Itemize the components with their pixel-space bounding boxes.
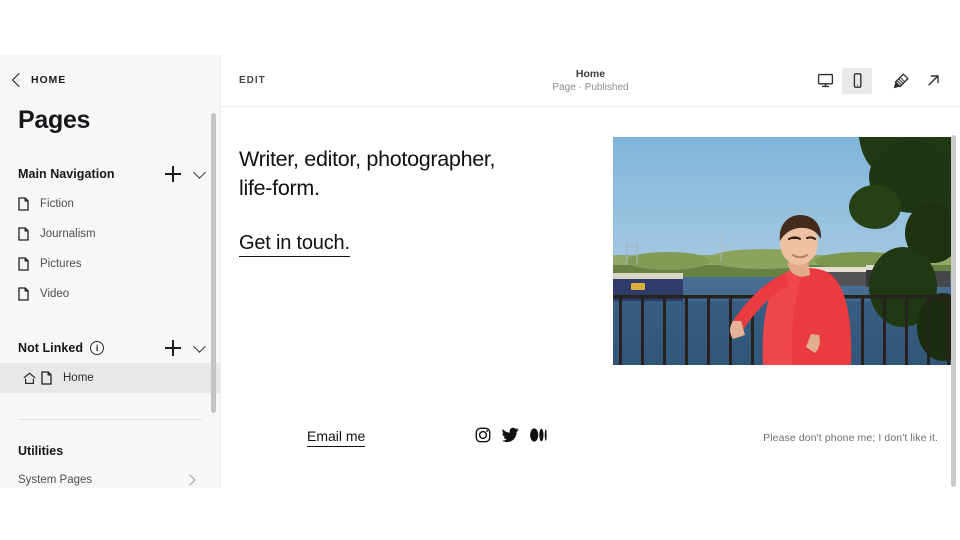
- canvas-scrollbar[interactable]: [951, 135, 956, 487]
- sidebar-item-label: Home: [63, 372, 94, 384]
- style-editor-button[interactable]: [886, 68, 916, 94]
- paintbrush-icon: [892, 72, 910, 90]
- sidebar-item-fiction[interactable]: Fiction: [0, 189, 220, 219]
- medium-icon[interactable]: [530, 427, 547, 448]
- chevron-right-icon: [184, 474, 195, 485]
- open-site-button[interactable]: [918, 68, 948, 94]
- utilities-section-title: Utilities: [0, 420, 220, 458]
- get-in-touch-link[interactable]: Get in touch.: [239, 232, 350, 257]
- twitter-icon[interactable]: [502, 427, 519, 448]
- editor-panel: EDIT Home Page · Published: [220, 55, 960, 488]
- back-to-home-button[interactable]: HOME: [0, 55, 220, 86]
- sidebar-item-label: Fiction: [40, 198, 74, 210]
- add-page-button-main-navigation[interactable]: [165, 166, 181, 182]
- sidebar-item-journalism[interactable]: Journalism: [0, 219, 220, 249]
- sidebar-scrollbar[interactable]: [211, 113, 216, 413]
- site-preview-canvas: Writer, editor, photographer, life-form.…: [221, 107, 960, 488]
- group-title: Not Linked: [18, 341, 83, 355]
- pages-sidebar: HOME Pages Main Navigation Fiction Journ…: [0, 55, 220, 488]
- group-header-main-navigation: Main Navigation: [0, 159, 220, 189]
- email-me-link[interactable]: Email me: [307, 428, 365, 447]
- mobile-icon: [849, 72, 866, 89]
- sidebar-item-label: Video: [40, 288, 69, 300]
- sidebar-item-home[interactable]: Home: [0, 363, 220, 393]
- mobile-view-button[interactable]: [842, 68, 872, 94]
- site-footer-section: Email me Please don't phone me; I don't …: [221, 365, 960, 448]
- info-icon[interactable]: i: [90, 341, 104, 355]
- sidebar-item-label: Journalism: [40, 228, 96, 240]
- social-links: [475, 427, 547, 448]
- page-icon: [18, 257, 29, 271]
- page-icon: [18, 227, 29, 241]
- page-icon: [41, 371, 52, 385]
- desktop-icon: [817, 72, 834, 89]
- group-header-not-linked: Not Linked i: [0, 333, 220, 363]
- page-icon: [18, 287, 29, 301]
- external-link-icon: [925, 72, 942, 89]
- page-icon: [18, 197, 29, 211]
- sidebar-item-label: System Pages: [18, 474, 186, 486]
- toolbar-actions: [810, 68, 960, 94]
- back-button-label: HOME: [31, 74, 66, 86]
- page-title: Pages: [0, 86, 220, 135]
- editor-toolbar: EDIT Home Page · Published: [221, 55, 960, 107]
- group-title: Main Navigation: [18, 167, 115, 181]
- add-page-button-not-linked[interactable]: [165, 340, 181, 356]
- sidebar-item-system-pages[interactable]: System Pages: [0, 466, 220, 488]
- footer-note: Please don't phone me; I don't like it.: [763, 432, 938, 444]
- site-heading: Writer, editor, photographer, life-form.: [239, 145, 529, 203]
- app-window: HOME Pages Main Navigation Fiction Journ…: [0, 55, 960, 488]
- sidebar-item-label: Pictures: [40, 258, 82, 270]
- instagram-icon[interactable]: [475, 427, 491, 448]
- chevron-down-icon-main-navigation[interactable]: [193, 166, 206, 179]
- chevron-down-icon-not-linked[interactable]: [193, 340, 206, 353]
- desktop-view-button[interactable]: [810, 68, 840, 94]
- hero-photo-image: [613, 137, 953, 365]
- edit-button[interactable]: EDIT: [221, 75, 266, 86]
- hero-photo: [613, 137, 953, 365]
- sidebar-item-video[interactable]: Video: [0, 279, 220, 309]
- sidebar-item-pictures[interactable]: Pictures: [0, 249, 220, 279]
- hero-text-block: Writer, editor, photographer, life-form.…: [239, 137, 589, 365]
- chevron-left-icon: [12, 73, 26, 87]
- home-icon: [23, 372, 36, 385]
- site-hero-section: Writer, editor, photographer, life-form.…: [221, 107, 960, 365]
